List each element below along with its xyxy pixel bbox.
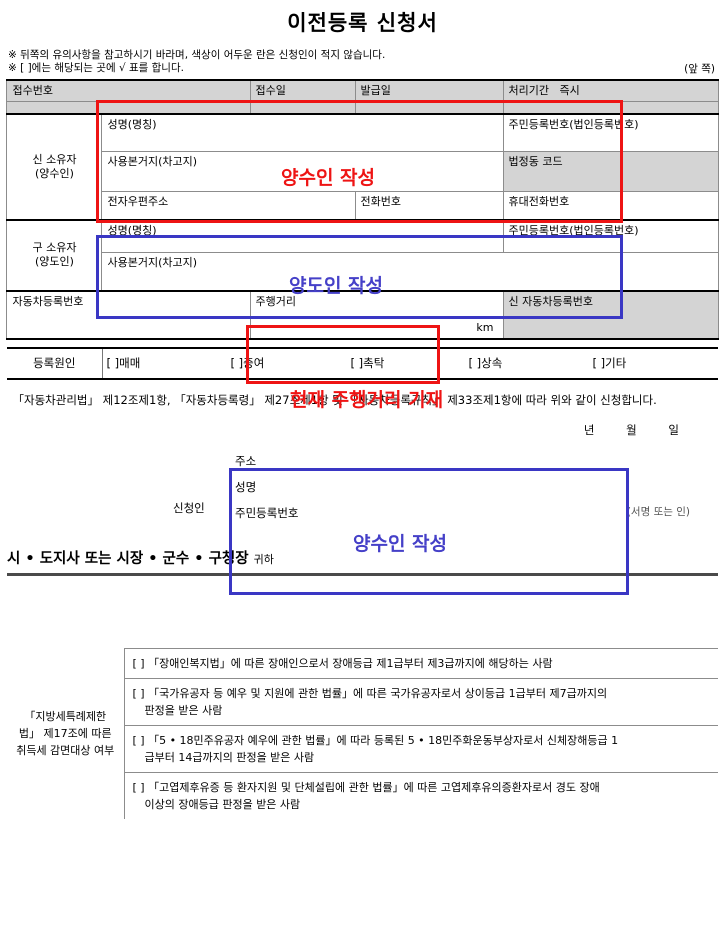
old-owner-section-title: 구 소유자 bbox=[32, 241, 77, 254]
old-owner-address-cell[interactable]: 사용본거지(차고지) bbox=[101, 252, 719, 292]
new-owner-section-title: 신 소유자 bbox=[32, 152, 77, 166]
tax-exemption-row: 「지방세특례제한법」 제17조에 따른 취득세 감면대상 여부 [ ] 「장애인… bbox=[7, 647, 718, 819]
reason-option-commission[interactable]: [ ]촉탁 bbox=[351, 355, 469, 371]
reason-option-inheritance[interactable]: [ ]상속 bbox=[469, 355, 593, 371]
new-owner-id-cell[interactable]: 주민등록번호(법인등록번호) bbox=[502, 113, 719, 152]
new-owner-email-cell[interactable]: 전자우편주소 bbox=[101, 191, 356, 220]
vehicle-reg-no-label: 자동차등록번호 bbox=[12, 294, 84, 308]
issue-date-value[interactable] bbox=[354, 101, 504, 115]
vehicle-reg-no-cell[interactable]: 자동차등록번호 bbox=[6, 289, 251, 340]
signature-seal-label: (서명 또는 인) bbox=[626, 505, 690, 518]
new-owner-address-cell[interactable]: 사용본거지(차고지) bbox=[101, 151, 504, 192]
signature-applicant-label: 신청인 bbox=[173, 500, 205, 515]
vehicle-mileage-unit: km bbox=[476, 320, 494, 334]
vehicle-new-reg-no-label: 신 자동차등록번호 bbox=[508, 294, 593, 308]
old-owner-address-label: 사용본거지(차고지) bbox=[107, 256, 198, 269]
new-owner-address-row: 사용본거지(차고지) 법정동 코드 bbox=[7, 151, 719, 192]
registration-reason-label: 등록원인 bbox=[7, 348, 103, 378]
vehicle-mileage-cell[interactable]: 주행거리 km bbox=[249, 289, 504, 340]
new-owner-name-cell[interactable]: 성명(명칭) bbox=[101, 113, 504, 152]
old-owner-id-label: 주민등록번호(법인등록번호) bbox=[508, 223, 639, 237]
processing-time-blank bbox=[502, 101, 719, 115]
tax-item-line-1: [ ] 「고엽제후유증 등 환자지원 및 단체설립에 관한 법률」에 따른 고엽… bbox=[132, 780, 600, 794]
signature-area: 년 월 일 주소 성명 주민등록번호 신청인 (서명 또는 인) bbox=[7, 416, 718, 541]
issue-date-label: 발급일 bbox=[360, 84, 391, 97]
tax-exemption-item-disability[interactable]: [ ] 「장애인복지법」에 따른 장애인으로서 장애등급 제1급부터 제3급까지… bbox=[124, 647, 718, 679]
registration-reason-table: 등록원인 [ ]매매 [ ]증여 [ ]촉탁 [ ]상속 [ ]기타 bbox=[7, 348, 718, 378]
tax-exemption-item-agent-orange[interactable]: [ ] 「고엽제후유증 등 환자지원 및 단체설립에 관한 법률」에 따른 고엽… bbox=[124, 771, 718, 819]
tax-exemption-item-518-merit[interactable]: [ ] 「5 • 18민주유공자 예우에 관한 법률」에 따라 등록된 5 • … bbox=[124, 724, 718, 773]
notice-line-2: ※ [ ]에는 해당되는 곳에 √ 표를 합니다. bbox=[8, 62, 184, 74]
new-owner-name-row: 신 소유자 (양수인) 성명(명칭) 주민등록번호(법인등록번호) bbox=[6, 113, 719, 220]
receipt-value-row bbox=[6, 101, 719, 115]
signature-day-label: 일 bbox=[668, 422, 680, 437]
old-owner-name-row: 구 소유자 (양도인) 성명(명칭) 주민등록번호(법인등록번호) bbox=[6, 218, 719, 291]
new-owner-phone-label: 전화번호 bbox=[360, 195, 401, 208]
registration-reason-options: [ ]매매 [ ]증여 [ ]촉탁 [ ]상속 [ ]기타 bbox=[102, 349, 718, 378]
tax-item-line-2: 판정을 받은 사람 bbox=[144, 703, 223, 717]
signature-address-label[interactable]: 주소 bbox=[235, 448, 298, 474]
signature-name-label[interactable]: 성명 bbox=[235, 474, 298, 500]
signature-year-label: 년 bbox=[583, 422, 596, 437]
reason-bottom-rule bbox=[7, 377, 718, 380]
old-owner-name-label: 성명(명칭) bbox=[107, 223, 157, 237]
receipt-date-cell[interactable]: 접수일 bbox=[249, 79, 356, 102]
new-owner-phone-cell[interactable]: 전화번호 bbox=[354, 191, 504, 221]
registration-reason-row: 등록원인 [ ]매매 [ ]증여 [ ]촉탁 [ ]상속 [ ]기타 bbox=[7, 348, 718, 378]
processing-time-value: 즉시 bbox=[559, 84, 580, 97]
addressee-honorific: 귀하 bbox=[253, 552, 274, 566]
statute-paragraph: 「자동차관리법」 제12조제1항, 「자동차등록령」 제27조제1항 및 「자동… bbox=[12, 392, 657, 407]
old-owner-address-row: 사용본거지(차고지) bbox=[7, 252, 719, 292]
reason-option-other[interactable]: [ ]기타 bbox=[593, 355, 627, 371]
old-owner-name-cell[interactable]: 성명(명칭) bbox=[101, 218, 504, 253]
signature-date-line: 년 월 일 bbox=[558, 422, 680, 438]
tax-exemption-header: 「지방세특례제한법」 제17조에 따른 취득세 감면대상 여부 bbox=[7, 648, 125, 819]
signature-id-label[interactable]: 주민등록번호 bbox=[235, 500, 298, 526]
tax-item-line-1: [ ] 「장애인복지법」에 따른 장애인으로서 장애등급 제1급부터 제3급까지… bbox=[132, 656, 553, 670]
new-owner-name-label: 성명(명칭) bbox=[107, 117, 157, 131]
new-owner-id-label: 주민등록번호(법인등록번호) bbox=[508, 117, 639, 131]
new-owner-email-label: 전자우편주소 bbox=[107, 195, 169, 208]
new-owner-contact-row: 전자우편주소 전화번호 휴대전화번호 bbox=[7, 191, 719, 221]
old-owner-section-subtitle: (양도인) bbox=[35, 255, 74, 268]
signature-field-list: 주소 성명 주민등록번호 bbox=[235, 448, 298, 526]
tax-exemption-table: 「지방세특례제한법」 제17조에 따른 취득세 감면대상 여부 [ ] 「장애인… bbox=[7, 647, 718, 819]
addressee-line: 시 • 도지사 또는 시장 • 군수 • 구청장 귀하 bbox=[7, 547, 718, 576]
receipt-number-label: 접수번호 bbox=[12, 84, 53, 97]
notice-block: ※ 뒤쪽의 유의사항을 참고하시기 바라며, 색상이 어두운 란은 신청인이 적… bbox=[0, 49, 725, 75]
new-owner-dong-code-label: 법정동 코드 bbox=[508, 155, 563, 168]
new-owner-mobile-label: 휴대전화번호 bbox=[508, 195, 570, 208]
issue-date-cell[interactable]: 발급일 bbox=[354, 79, 504, 102]
new-owner-mobile-cell[interactable]: 휴대전화번호 bbox=[502, 191, 719, 221]
new-owner-address-label: 사용본거지(차고지) bbox=[107, 155, 198, 168]
reason-option-gift[interactable]: [ ]증여 bbox=[231, 355, 351, 371]
tax-item-line-1: [ ] 「5 • 18민주유공자 예우에 관한 법률」에 따라 등록된 5 • … bbox=[132, 733, 619, 747]
vehicle-mileage-label: 주행거리 bbox=[255, 294, 296, 308]
receipt-number-cell[interactable]: 접수번호 bbox=[6, 79, 251, 102]
new-owner-section-subtitle: (양수인) bbox=[35, 166, 74, 180]
tax-item-line-1: [ ] 「국가유공자 등 예우 및 지원에 관한 법률」에 따른 국가유공자로서… bbox=[132, 686, 608, 700]
tax-exemption-item-national-merit[interactable]: [ ] 「국가유공자 등 예우 및 지원에 관한 법률」에 따른 국가유공자로서… bbox=[124, 677, 718, 726]
new-owner-section-label: 신 소유자 (양수인) bbox=[6, 113, 103, 220]
page-side-mark: (앞 쪽) bbox=[684, 63, 715, 75]
tax-item-line-2: 급부터 14급까지의 판정을 받은 사람 bbox=[144, 750, 315, 764]
processing-time-label: 처리기간 bbox=[508, 84, 549, 97]
notice-line-1: ※ 뒤쪽의 유의사항을 참고하시기 바라며, 색상이 어두운 란은 신청인이 적… bbox=[8, 49, 386, 61]
signature-month-label: 월 bbox=[626, 422, 638, 437]
receipt-date-label: 접수일 bbox=[255, 84, 286, 97]
old-owner-section-label: 구 소유자 (양도인) bbox=[6, 218, 103, 291]
vehicle-row: 자동차등록번호 주행거리 km 신 자동차등록번호 bbox=[6, 289, 719, 340]
tax-item-line-2: 이상의 장애등급 판정을 받은 사람 bbox=[144, 797, 301, 811]
page-title: 이전등록 신청서 bbox=[287, 11, 438, 35]
old-owner-id-cell[interactable]: 주민등록번호(법인등록번호) bbox=[502, 218, 719, 253]
addressee-text: 시 • 도지사 또는 시장 • 군수 • 구청장 bbox=[7, 550, 249, 567]
main-form-table: 접수번호 접수일 발급일 처리기간 즉시 신 소유자 (양수인) 성명(명칭) … bbox=[6, 79, 719, 340]
receipt-date-value[interactable] bbox=[249, 101, 356, 115]
processing-time-cell: 처리기간 즉시 bbox=[502, 79, 719, 102]
vehicle-new-reg-no-cell: 신 자동차등록번호 bbox=[502, 289, 719, 340]
receipt-number-value[interactable] bbox=[6, 101, 251, 115]
receipt-row: 접수번호 접수일 발급일 처리기간 즉시 bbox=[6, 79, 719, 102]
new-owner-dong-code-cell: 법정동 코드 bbox=[502, 151, 719, 192]
reason-option-sale[interactable]: [ ]매매 bbox=[107, 355, 231, 371]
